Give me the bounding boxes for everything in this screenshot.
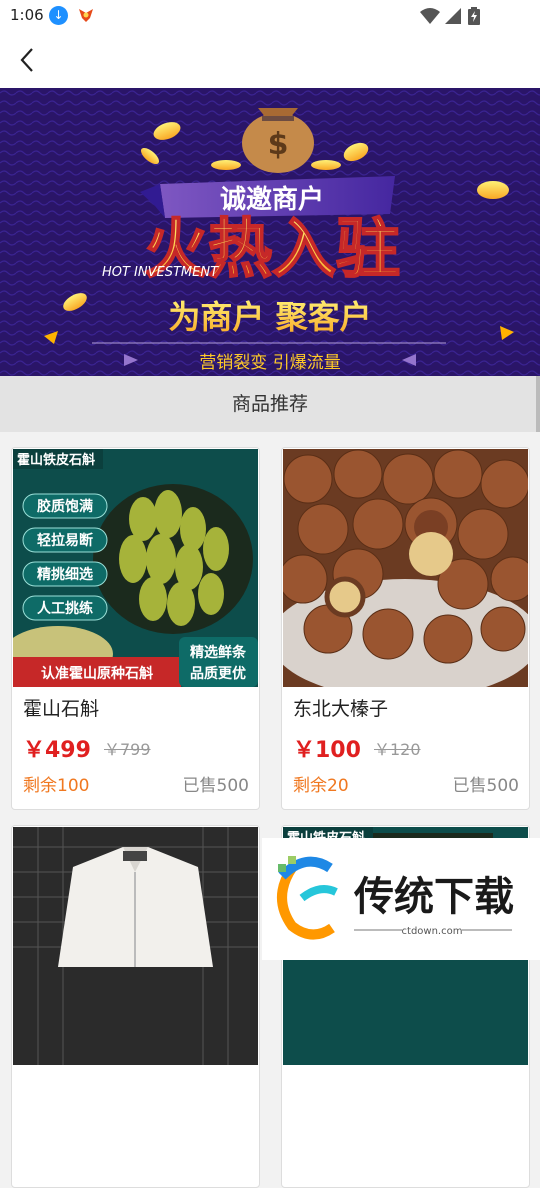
tag-2: 轻拉易断 bbox=[37, 532, 93, 549]
product-image bbox=[13, 827, 258, 1065]
product-image: 霍山铁皮石斛 胶质饱满 轻拉易断 精挑细选 人工挑练 认准霍山原种石斛 精选鲜条… bbox=[13, 449, 258, 687]
product-old-price: ￥799 bbox=[104, 740, 151, 759]
product-price: ￥100 bbox=[293, 738, 361, 763]
tag-3: 精挑细选 bbox=[37, 566, 93, 583]
banner-line3: 营销裂变 引爆流量 bbox=[199, 353, 340, 373]
promo-banner[interactable]: $ 诚邀商户 火热入驻 HOT INVESTMENT 为商户 聚客户 营销裂变 … bbox=[0, 88, 540, 376]
banner-sub-en: HOT INVESTMENT bbox=[102, 265, 219, 280]
section-title: 商品推荐 bbox=[0, 376, 540, 432]
back-arrow-icon[interactable] bbox=[14, 46, 42, 74]
product-sold: 已售500 bbox=[452, 776, 519, 796]
tag-1: 胶质饱满 bbox=[37, 498, 93, 515]
product-old-price: ￥120 bbox=[374, 740, 421, 759]
product-card[interactable]: 东北大榛子 ￥100 ￥120 剩余20 已售500 bbox=[281, 447, 530, 810]
product-stock: 剩余20 bbox=[293, 776, 349, 796]
product-price: ￥499 bbox=[23, 738, 91, 763]
signal-icon bbox=[445, 8, 461, 24]
product-image bbox=[283, 449, 528, 687]
top-bar bbox=[0, 32, 540, 88]
banner-headline-small: 诚邀商户 bbox=[220, 184, 324, 215]
app-icon bbox=[79, 9, 93, 22]
product-card[interactable]: 霍山铁皮石斛 胶质饱满 轻拉易断 精挑细选 人工挑练 认准霍山原种石斛 精选鲜条… bbox=[11, 447, 260, 810]
image-bottom-right-2: 品质更优 bbox=[190, 665, 246, 682]
watermark: 传统下载 ctdown.com bbox=[262, 838, 540, 960]
product-name: 东北大榛子 bbox=[293, 698, 389, 720]
wifi-icon bbox=[420, 8, 440, 24]
svg-text:$: $ bbox=[268, 127, 289, 162]
banner-line2: 为商户 聚客户 bbox=[168, 298, 371, 336]
watermark-brand: 传统下载 bbox=[353, 874, 514, 920]
download-icon: ↓ bbox=[49, 6, 68, 25]
scrollbar[interactable] bbox=[536, 376, 540, 432]
status-bar: 1:06 ↓ bbox=[0, 0, 540, 32]
image-title: 霍山铁皮石斛 bbox=[17, 452, 95, 468]
watermark-url: ctdown.com bbox=[402, 926, 463, 937]
product-name: 霍山石斛 bbox=[23, 698, 100, 720]
tag-4: 人工挑练 bbox=[37, 600, 93, 617]
watermark-logo-icon bbox=[277, 856, 338, 940]
battery-icon bbox=[468, 7, 480, 25]
product-stock: 剩余100 bbox=[23, 776, 90, 796]
image-bottom-right-1: 精选鲜条 bbox=[190, 644, 247, 661]
product-sold: 已售500 bbox=[182, 776, 249, 796]
image-bottom-left: 认准霍山原种石斛 bbox=[41, 665, 153, 682]
product-card[interactable] bbox=[11, 825, 260, 1188]
status-time: 1:06 bbox=[10, 6, 44, 24]
